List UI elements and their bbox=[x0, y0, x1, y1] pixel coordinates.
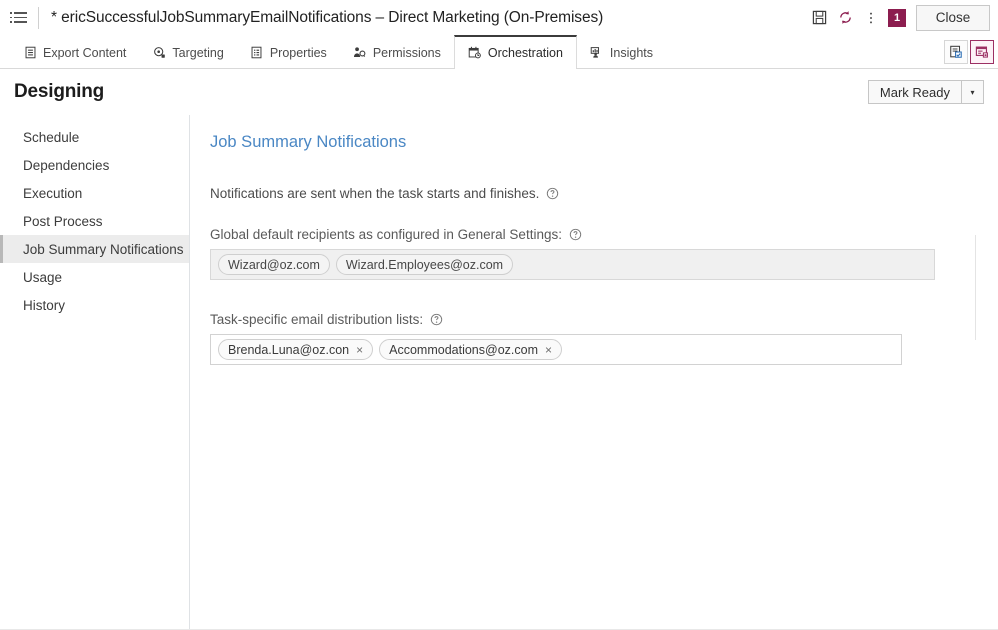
orchestration-view-button[interactable] bbox=[970, 39, 994, 64]
sidebar-item-history[interactable]: History bbox=[0, 291, 189, 319]
recipient-email: Wizard.Employees@oz.com bbox=[345, 257, 504, 272]
mark-ready-split-button: Mark Ready ▾ bbox=[867, 80, 984, 104]
sidebar-item-label: Usage bbox=[23, 269, 63, 285]
tab-targeting[interactable]: Targeting bbox=[139, 35, 236, 68]
description-row: Notifications are sent when the task sta… bbox=[210, 186, 998, 201]
remove-recipient-icon[interactable]: × bbox=[545, 344, 552, 356]
sidebar-item-dependencies[interactable]: Dependencies bbox=[0, 151, 189, 179]
sidebar-item-post-process[interactable]: Post Process bbox=[0, 207, 189, 235]
tab-properties[interactable]: Properties bbox=[237, 35, 340, 68]
tab-label: Insights bbox=[609, 45, 654, 60]
tab-label: Targeting bbox=[172, 45, 224, 60]
recipient-pill[interactable]: Brenda.Luna@oz.con × bbox=[218, 339, 374, 360]
sidebar-item-usage[interactable]: Usage bbox=[0, 263, 189, 291]
sidebar-item-job-summary-notifications[interactable]: Job Summary Notifications bbox=[0, 235, 189, 263]
export-content-icon bbox=[23, 46, 37, 60]
sidebar-item-label: Post Process bbox=[23, 213, 103, 229]
sidebar-item-label: History bbox=[23, 297, 66, 313]
title-bar: * ericSuccessfulJobSummaryEmailNotificat… bbox=[0, 0, 998, 35]
page-title: Designing bbox=[14, 81, 105, 102]
sidebar-item-schedule[interactable]: Schedule bbox=[0, 123, 189, 151]
section-title: Job Summary Notifications bbox=[210, 133, 407, 151]
recipient-pill: Wizard.Employees@oz.com bbox=[335, 254, 514, 275]
notification-badge[interactable]: 1 bbox=[888, 8, 906, 27]
task-recipients-label: Task-specific email distribution lists: bbox=[210, 312, 424, 327]
refresh-icon[interactable] bbox=[832, 5, 858, 31]
tabbar-view-buttons bbox=[944, 35, 998, 68]
orchestration-icon bbox=[468, 46, 482, 60]
tab-label: Properties bbox=[269, 45, 327, 60]
task-recipients-label-row: Task-specific email distribution lists: bbox=[210, 312, 998, 327]
help-circle-icon[interactable] bbox=[546, 187, 559, 200]
global-recipients-label-row: Global default recipients as configured … bbox=[210, 227, 998, 242]
hamburger-icon[interactable] bbox=[10, 9, 28, 27]
tab-permissions[interactable]: Permissions bbox=[340, 35, 454, 68]
title-actions: 1 Close bbox=[806, 4, 990, 31]
tab-label: Permissions bbox=[372, 45, 441, 60]
insights-icon bbox=[590, 46, 604, 60]
recipient-email: Accommodations@oz.com bbox=[389, 342, 538, 357]
recipient-pill: Wizard@oz.com bbox=[218, 254, 330, 275]
recipient-pill[interactable]: Accommodations@oz.com × bbox=[379, 339, 562, 360]
sidebar-item-label: Schedule bbox=[23, 129, 80, 145]
close-button[interactable]: Close bbox=[916, 4, 990, 31]
more-vertical-icon[interactable] bbox=[858, 5, 884, 31]
tab-orchestration[interactable]: Orchestration bbox=[453, 35, 577, 69]
content-area: Schedule Dependencies Execution Post Pro… bbox=[0, 115, 998, 630]
sidebar-item-label: Execution bbox=[23, 185, 83, 201]
sidebar-item-label: Job Summary Notifications bbox=[23, 241, 184, 257]
tab-export-content[interactable]: Export Content bbox=[10, 35, 139, 68]
help-circle-icon[interactable] bbox=[569, 228, 582, 241]
chevron-down-icon[interactable]: ▾ bbox=[962, 80, 984, 104]
main-panel: Job Summary Notifications Notifications … bbox=[190, 115, 998, 630]
recipient-email: Wizard@oz.com bbox=[228, 257, 320, 272]
permissions-icon bbox=[353, 46, 367, 60]
tab-label: Export Content bbox=[43, 45, 127, 60]
global-recipients-label: Global default recipients as configured … bbox=[210, 227, 562, 242]
window-title: * ericSuccessfulJobSummaryEmailNotificat… bbox=[51, 8, 604, 26]
global-recipients-field: Wizard@oz.com Wizard.Employees@oz.com bbox=[210, 249, 935, 280]
recipient-email: Brenda.Luna@oz.con bbox=[228, 342, 350, 357]
sidebar: Schedule Dependencies Execution Post Pro… bbox=[0, 115, 190, 630]
targeting-icon bbox=[152, 46, 166, 60]
remove-recipient-icon[interactable]: × bbox=[356, 344, 363, 356]
description-text: Notifications are sent when the task sta… bbox=[210, 186, 540, 201]
properties-icon bbox=[250, 46, 264, 60]
sidebar-item-label: Dependencies bbox=[23, 157, 110, 173]
save-icon[interactable] bbox=[806, 5, 832, 31]
tab-bar: Export Content Targeting Properties Perm… bbox=[0, 35, 998, 69]
panel-divider bbox=[975, 235, 976, 340]
properties-view-button[interactable] bbox=[944, 39, 968, 64]
mark-ready-button[interactable]: Mark Ready bbox=[867, 80, 962, 104]
tab-insights[interactable]: Insights bbox=[577, 35, 666, 68]
help-circle-icon[interactable] bbox=[430, 313, 443, 326]
tab-label: Orchestration bbox=[487, 45, 563, 60]
title-divider bbox=[38, 6, 39, 29]
page-header: Designing Mark Ready ▾ bbox=[0, 69, 998, 115]
sidebar-item-execution[interactable]: Execution bbox=[0, 179, 189, 207]
task-recipients-field[interactable]: Brenda.Luna@oz.con × Accommodations@oz.c… bbox=[210, 334, 902, 365]
